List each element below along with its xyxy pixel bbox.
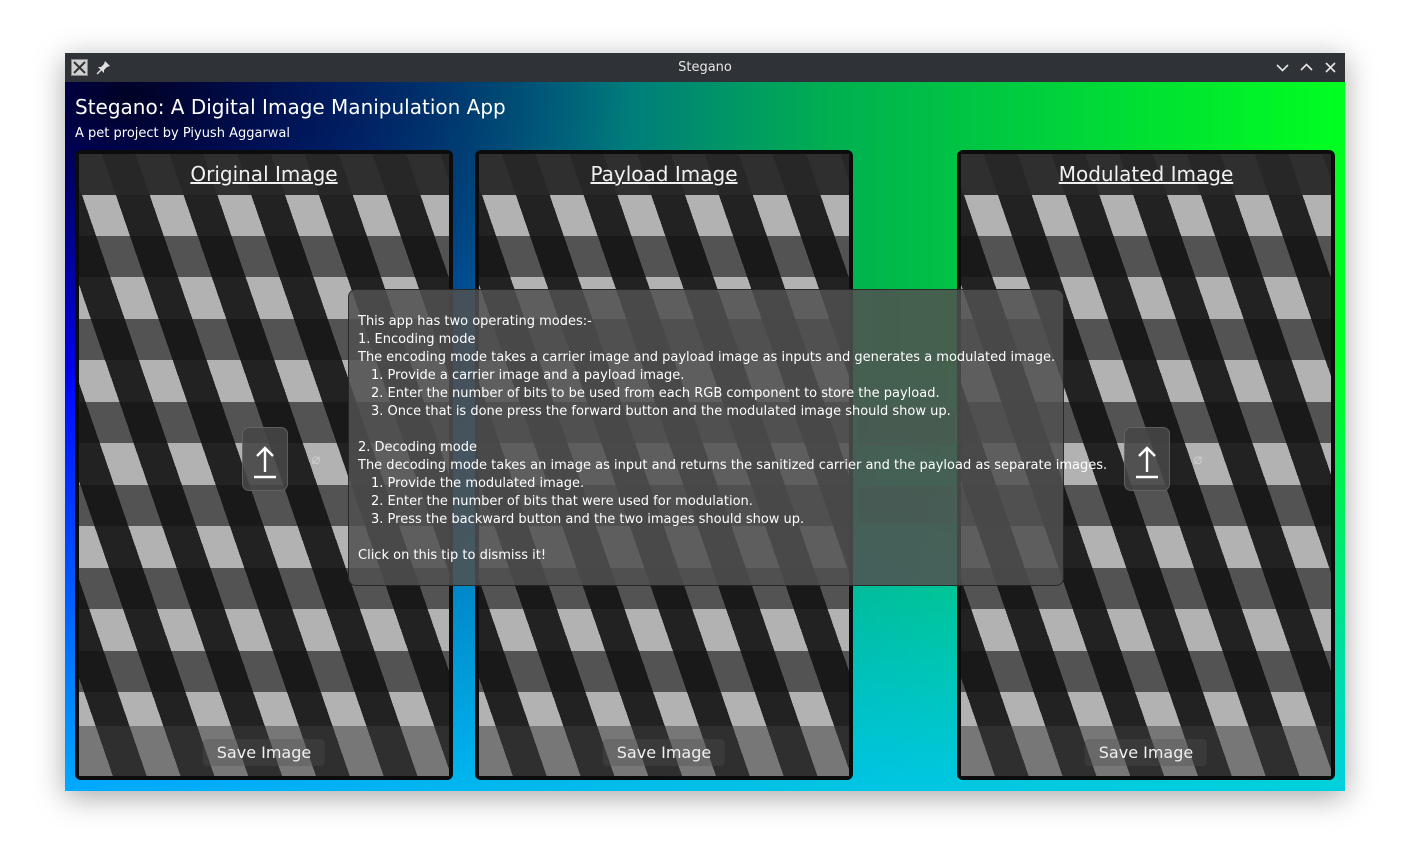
save-bar: Save Image [479, 726, 849, 776]
tip-line: This app has two operating modes:- [358, 314, 592, 329]
panel-header [961, 154, 1331, 195]
chevron-up-icon[interactable] [1298, 59, 1315, 76]
clear-modulated-button[interactable]: ⌀ [1185, 446, 1211, 472]
checker-band [479, 651, 849, 692]
help-tip-text: This app has two operating modes:- 1. En… [358, 313, 1107, 565]
tip-line: Click on this tip to dismiss it! [358, 548, 547, 563]
close-icon[interactable] [1322, 59, 1339, 76]
tip-line: 3. Once that is done press the forward b… [371, 404, 951, 419]
window-title: Stegano [678, 60, 732, 75]
tip-line: 3. Press the backward button and the two… [371, 512, 805, 527]
original-image-title: Original Image [190, 162, 338, 186]
tip-line: 1. Provide the modulated image. [371, 476, 585, 491]
checker-band [961, 651, 1331, 692]
help-tip[interactable]: This app has two operating modes:- 1. En… [348, 289, 1107, 586]
tip-line: 1. Encoding mode [358, 332, 476, 347]
tip-line [358, 421, 1107, 439]
tip-line: The decoding mode takes an image as inpu… [358, 458, 1108, 473]
tip-line: 2. Enter the number of bits that were us… [371, 494, 753, 509]
page-subtitle: A pet project by Piyush Aggarwal [75, 126, 290, 141]
save-payload-button[interactable]: Save Image [602, 739, 726, 766]
clear-original-button[interactable]: ⌀ [303, 446, 329, 472]
main-content: Stegano: A Digital Image Manipulation Ap… [65, 82, 1345, 791]
tip-line: 1. Provide a carrier image and a payload… [371, 368, 685, 383]
checker-band [79, 651, 449, 692]
tip-line: The encoding mode takes a carrier image … [358, 350, 1056, 365]
checker-band [479, 236, 849, 277]
checker-band [79, 236, 449, 277]
chevron-down-icon[interactable] [1274, 59, 1291, 76]
upload-modulated-button[interactable] [1124, 427, 1170, 491]
save-bar: Save Image [79, 726, 449, 776]
save-modulated-button[interactable]: Save Image [1084, 739, 1208, 766]
tip-line [358, 529, 1107, 547]
upload-original-button[interactable] [242, 427, 288, 491]
upload-icon [1136, 446, 1158, 479]
title-bar: Stegano [65, 53, 1345, 82]
payload-image-title: Payload Image [590, 162, 738, 186]
checker-band [961, 236, 1331, 277]
panel-header [479, 154, 849, 195]
upload-icon [254, 446, 276, 479]
tip-line: 2. Enter the number of bits to be used f… [371, 386, 940, 401]
page-title: Stegano: A Digital Image Manipulation Ap… [75, 95, 506, 119]
modulated-image-title: Modulated Image [1058, 162, 1234, 186]
panel-header [79, 154, 449, 195]
tip-line: 2. Decoding mode [358, 440, 477, 455]
save-bar: Save Image [961, 726, 1331, 776]
app-window: Stegano Stegano: A Digital Image Manipul… [65, 53, 1345, 791]
save-original-button[interactable]: Save Image [202, 739, 326, 766]
